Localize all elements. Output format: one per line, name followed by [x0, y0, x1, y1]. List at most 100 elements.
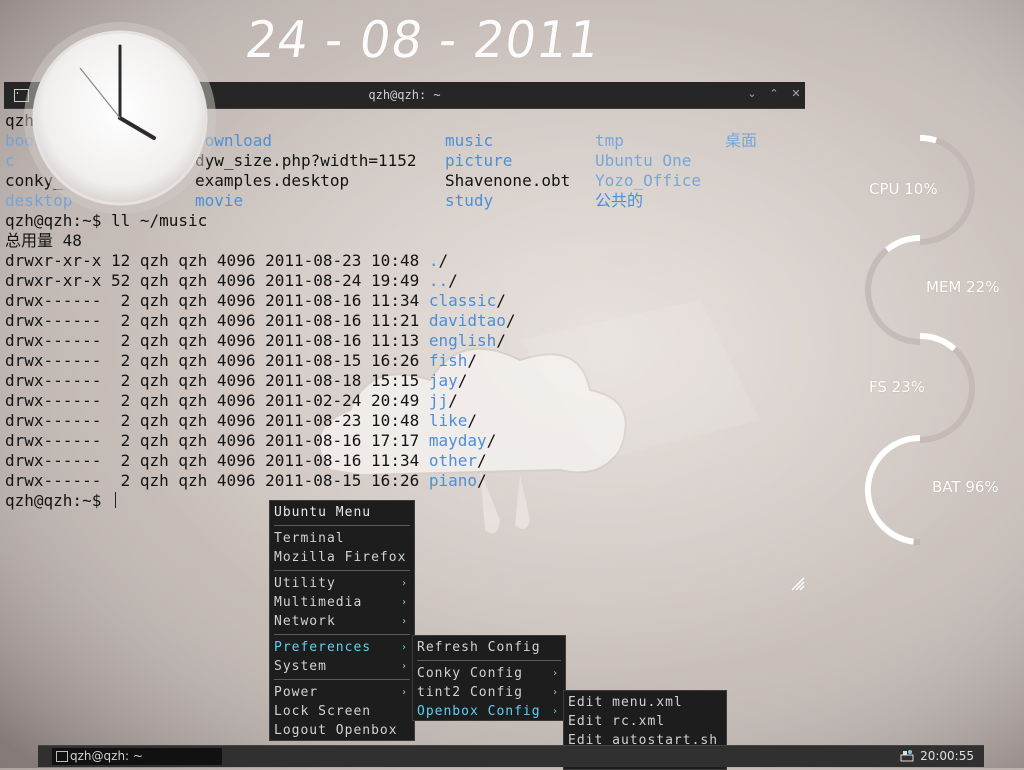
terminal-line: drwxr-xr-x 12 qzh qzh 4096 2011-08-23 10…	[5, 251, 448, 271]
terminal-line: drwx------ 2 qzh qzh 4096 2011-08-15 16:…	[5, 351, 477, 371]
ls-entry-suffix: /	[505, 311, 516, 330]
menu-item-conky-config[interactable]: Conky Config ›	[413, 664, 565, 683]
file-entry: examples.desktop	[195, 171, 350, 190]
ls-entry-details: drwx------ 2 qzh qzh 4096 2011-08-16 11:…	[5, 291, 429, 310]
menu-item-label: System	[274, 659, 327, 674]
ls-entry-name: davidtao	[428, 311, 506, 330]
menu-item-power[interactable]: Power ›	[270, 683, 414, 702]
menu-item-terminal[interactable]: Terminal	[270, 529, 414, 548]
menu-item-label: Multimedia	[274, 595, 363, 610]
conky-widgets: CPU 10% MEM 22% FS 23% BAT 96%	[850, 130, 1024, 570]
chevron-right-icon: ›	[400, 642, 408, 653]
terminal-prompt: qzh@qzh:~$	[5, 491, 111, 510]
menu-item-label: Logout Openbox	[274, 723, 398, 738]
terminal-line: drwx------ 2 qzh qzh 4096 2011-08-16 11:…	[5, 451, 487, 471]
gauge-fill	[864, 435, 921, 545]
terminal-line: 总用量 48	[5, 231, 82, 250]
ls-entry-details: drwx------ 2 qzh qzh 4096 2011-08-16 17:…	[5, 431, 429, 450]
ls-entry-suffix: /	[467, 351, 478, 370]
ls-entry-name: classic	[428, 291, 497, 310]
ls-entry-name: ..	[428, 271, 449, 290]
menu-item-edit-rc-xml[interactable]: Edit rc.xml	[564, 712, 726, 731]
chevron-right-icon: ›	[400, 661, 408, 672]
menu-item-label: Edit rc.xml	[568, 714, 666, 729]
ls-entry-details: drwx------ 2 qzh qzh 4096 2011-08-18 15:…	[5, 371, 429, 390]
chevron-right-icon: ›	[551, 706, 559, 717]
gauge-track	[919, 333, 975, 443]
taskbar-item-terminal[interactable]: qzh@qzh: ~	[52, 748, 222, 765]
ls-entry-details: drwx------ 2 qzh qzh 4096 2011-08-15 16:…	[5, 471, 429, 490]
menu-item-label: Network	[274, 614, 336, 629]
menu-item-label: Refresh Config	[417, 640, 541, 655]
chevron-right-icon: ›	[400, 616, 408, 627]
panel-clock[interactable]: 20:00:55	[920, 748, 974, 765]
ls-entry-name: fish	[428, 351, 468, 370]
ls-entry-suffix: /	[477, 451, 487, 470]
ls-entry-suffix: /	[496, 331, 506, 350]
menu-item-logout-openbox[interactable]: Logout Openbox	[270, 721, 414, 740]
directory-entry: Yozo_Office	[595, 171, 701, 190]
ls-entry-details: drwx------ 2 qzh qzh 4096 2011-08-16 11:…	[5, 331, 429, 350]
close-icon[interactable]: ✕	[789, 87, 803, 101]
directory-entry: tmp	[595, 131, 624, 150]
menu-item-edit-menu-xml[interactable]: Edit menu.xml	[564, 693, 726, 712]
ls-entry-details: drwx------ 2 qzh qzh 4096 2011-02-24 20:…	[5, 391, 429, 410]
ls-entry-name: jay	[428, 371, 458, 390]
ls-entry-suffix: /	[477, 471, 487, 490]
gauge-fill	[919, 333, 957, 352]
taskbar-panel: qzh@qzh: ~ 20:00:55	[38, 745, 984, 767]
menu-item-refresh-config[interactable]: Refresh Config	[413, 638, 565, 657]
directory-entry: picture	[445, 151, 513, 170]
directory-entry: Ubuntu One	[595, 151, 692, 170]
menu-item-label: Terminal	[274, 531, 345, 546]
file-entry: Shavenone.obt	[445, 171, 571, 190]
ls-entry-name: like	[428, 411, 468, 430]
menu-separator	[274, 679, 410, 680]
ls-entry-suffix: /	[457, 371, 468, 390]
menu-item-lock-screen[interactable]: Lock Screen	[270, 702, 414, 721]
gauge-fill	[919, 134, 938, 144]
ls-entry-suffix: /	[486, 431, 497, 450]
ls-entry-suffix: /	[467, 411, 478, 430]
menu-item-label: Openbox Config	[417, 704, 541, 719]
terminal-line: drwxr-xr-x 52 qzh qzh 4096 2011-08-24 19…	[5, 271, 458, 291]
menu-item-openbox-config[interactable]: Openbox Config ›	[413, 702, 565, 721]
menu-item-preferences[interactable]: Preferences ›	[270, 638, 414, 657]
menu-item-mozilla-firefox[interactable]: Mozilla Firefox	[270, 548, 414, 567]
gauge-fill	[884, 235, 921, 253]
terminal-icon	[56, 751, 68, 762]
menu-separator	[417, 660, 561, 661]
terminal-line: drwx------ 2 qzh qzh 4096 2011-08-16 17:…	[5, 431, 496, 451]
terminal-line: drwx------ 2 qzh qzh 4096 2011-08-16 11:…	[5, 311, 516, 331]
menu-item-utility[interactable]: Utility ›	[270, 574, 414, 593]
chevron-right-icon: ›	[400, 597, 408, 608]
ls-entry-name: jj	[428, 391, 449, 410]
chevron-right-icon: ›	[551, 687, 559, 698]
menu-separator	[274, 634, 410, 635]
ls-entry-details: drwx------ 2 qzh qzh 4096 2011-08-16 11:…	[5, 451, 429, 470]
menu-item-tint2-config[interactable]: tint2 Config ›	[413, 683, 565, 702]
menu-item-multimedia[interactable]: Multimedia ›	[270, 593, 414, 612]
maximize-icon[interactable]: ⌃	[767, 87, 781, 101]
menu-item-system[interactable]: System ›	[270, 657, 414, 676]
terminal-line: drwx------ 2 qzh qzh 4096 2011-08-18 15:…	[5, 371, 467, 391]
chevron-right-icon: ›	[400, 578, 408, 589]
terminal-line: drwx------ 2 qzh qzh 4096 2011-02-24 20:…	[5, 391, 458, 411]
ls-entry-suffix: /	[438, 251, 449, 270]
openbox-root-menu[interactable]: Ubuntu Menu Terminal Mozilla Firefox Utilit…	[269, 500, 415, 741]
menu-item-label: Edit menu.xml	[568, 695, 683, 710]
ls-entry-details: drwxr-xr-x 12 qzh qzh 4096 2011-08-23 10…	[5, 251, 429, 270]
network-tray-icon[interactable]	[900, 749, 914, 762]
preferences-submenu[interactable]: Refresh Config Conky Config › tint2 Config ›…	[412, 635, 566, 721]
menu-separator	[274, 570, 410, 571]
menu-item-network[interactable]: Network ›	[270, 612, 414, 631]
ls-entry-details: drwx------ 2 qzh qzh 4096 2011-08-15 16:…	[5, 351, 429, 370]
directory-entry: music	[445, 131, 494, 150]
ls-entry-name: piano	[428, 471, 478, 490]
minimize-icon[interactable]: ⌄	[745, 87, 759, 101]
ls-entry-suffix: /	[448, 271, 458, 290]
gauge-label: CPU 10%	[869, 180, 938, 198]
ls-entry-name: mayday	[428, 431, 487, 450]
analog-clock	[24, 22, 216, 214]
terminal-line: drwx------ 2 qzh qzh 4096 2011-08-23 10:…	[5, 411, 477, 431]
